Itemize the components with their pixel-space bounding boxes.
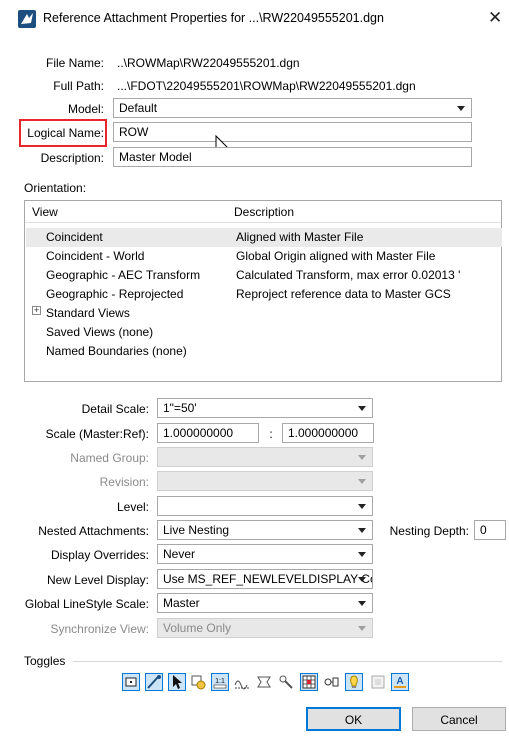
file-name-label: File Name: [45,56,104,70]
level-label: Level: [116,500,149,514]
full-path-value: ...\FDOT\22049555201\ROWMap\RW2204955520… [117,79,416,93]
toggles-separator [73,661,502,662]
global-linestyle-scale-label: Global LineStyle Scale: [24,597,149,611]
global-linestyle-scale-dropdown[interactable]: Master [157,593,373,613]
nesting-depth-input[interactable]: 0 [474,520,506,540]
svg-text:1:1: 1:1 [215,678,225,685]
chevron-down-icon [358,601,366,606]
file-name-value: ..\ROWMap\RW22049555201.dgn [117,56,300,70]
title-bar: Reference Attachment Properties for ...\… [0,0,509,38]
chevron-down-icon [358,479,366,484]
list-item[interactable]: Saved Views (none) [26,323,502,342]
chevron-down-icon [358,552,366,557]
microstation-app-icon [18,10,36,28]
orientation-label: Orientation: [24,181,87,195]
window-title: Reference Attachment Properties for ...\… [43,11,384,25]
expand-plus-icon[interactable]: + [32,306,41,315]
print-toggle-icon[interactable] [369,673,387,691]
named-group-dropdown [157,447,373,467]
synchronize-view-dropdown: Volume Only [157,618,373,638]
chevron-down-icon [358,504,366,509]
nesting-depth-label: Nesting Depth: [389,524,469,538]
full-path-label: Full Path: [53,79,104,93]
raster-toggle-icon[interactable] [300,673,318,691]
description-input[interactable]: Master Model [113,147,472,167]
level-dropdown[interactable] [157,496,373,516]
new-level-display-label: New Level Display: [46,573,149,587]
chevron-down-icon [358,528,366,533]
nested-attachments-dropdown[interactable]: Live Nesting [157,520,373,540]
use-lights-toggle-icon[interactable] [322,673,340,691]
scale-label: Scale (Master:Ref): [45,427,149,441]
scale-separator: : [269,427,273,441]
svg-text:A: A [396,676,403,687]
scale-line-styles-toggle-icon[interactable] [233,673,251,691]
display-overrides-label: Display Overrides: [50,548,149,562]
treat-as-element-toggle-icon[interactable] [255,673,273,691]
chevron-down-icon [358,455,366,460]
orientation-list[interactable]: View Description Coincident Aligned with… [24,200,502,382]
ok-button[interactable]: OK [306,707,401,731]
clip-toggle-icon[interactable] [277,673,295,691]
snap-toggle-icon[interactable] [145,673,163,691]
list-item[interactable]: Named Boundaries (none) [26,342,502,361]
chevron-down-icon [358,626,366,631]
cancel-button[interactable]: Cancel [412,707,506,731]
logical-name-label: Logical Name: [27,126,104,140]
revision-label: Revision: [99,475,149,489]
display-raster-toggle-icon[interactable] [345,673,363,691]
description-label: Description: [40,151,104,165]
scale-master-input[interactable]: 1.000000000 [157,423,259,443]
new-level-display-dropdown[interactable]: Use MS_REF_NEWLEVELDISPLAY Co [157,569,373,589]
nested-attachments-label: Nested Attachments: [38,524,149,538]
chevron-down-icon [457,106,465,111]
list-item[interactable]: Geographic - AEC Transform Calculated Tr… [26,266,502,285]
named-group-label: Named Group: [70,451,149,465]
display-overrides-dropdown[interactable]: Never [157,544,373,564]
levels-toggle-icon[interactable]: A [391,673,409,691]
model-dropdown[interactable]: Default [113,98,472,118]
column-header-description[interactable]: Description [234,205,294,219]
toggles-label: Toggles [24,654,66,668]
list-item[interactable]: Coincident Aligned with Master File [26,228,502,247]
logical-name-input[interactable]: ROW [113,122,472,142]
model-dropdown-value: Default [119,101,158,115]
column-header-view[interactable]: View [32,205,58,219]
list-item[interactable]: Geographic - Reprojected Reproject refer… [26,285,502,304]
revision-dropdown [157,471,373,491]
true-scale-toggle-icon[interactable]: 1:1 [211,673,229,691]
list-item-standard-views[interactable]: + Standard Views [26,304,502,323]
chevron-down-icon [358,406,366,411]
list-item[interactable]: Coincident - World Global Origin aligned… [26,247,502,266]
chevron-down-icon [358,577,366,582]
close-icon[interactable]: ✕ [488,8,502,28]
model-label: Model: [67,102,104,116]
scale-ref-input[interactable]: 1.000000000 [282,423,374,443]
locate-toggle-icon[interactable] [168,673,186,691]
synchronize-view-label: Synchronize View: [50,622,150,636]
ignore-attachment-toggle-icon[interactable] [189,673,207,691]
detail-scale-dropdown[interactable]: 1"=50' [157,398,373,418]
detail-scale-label: Detail Scale: [81,402,149,416]
display-toggle-icon[interactable] [122,673,140,691]
orientation-list-header: View Description [25,201,501,223]
